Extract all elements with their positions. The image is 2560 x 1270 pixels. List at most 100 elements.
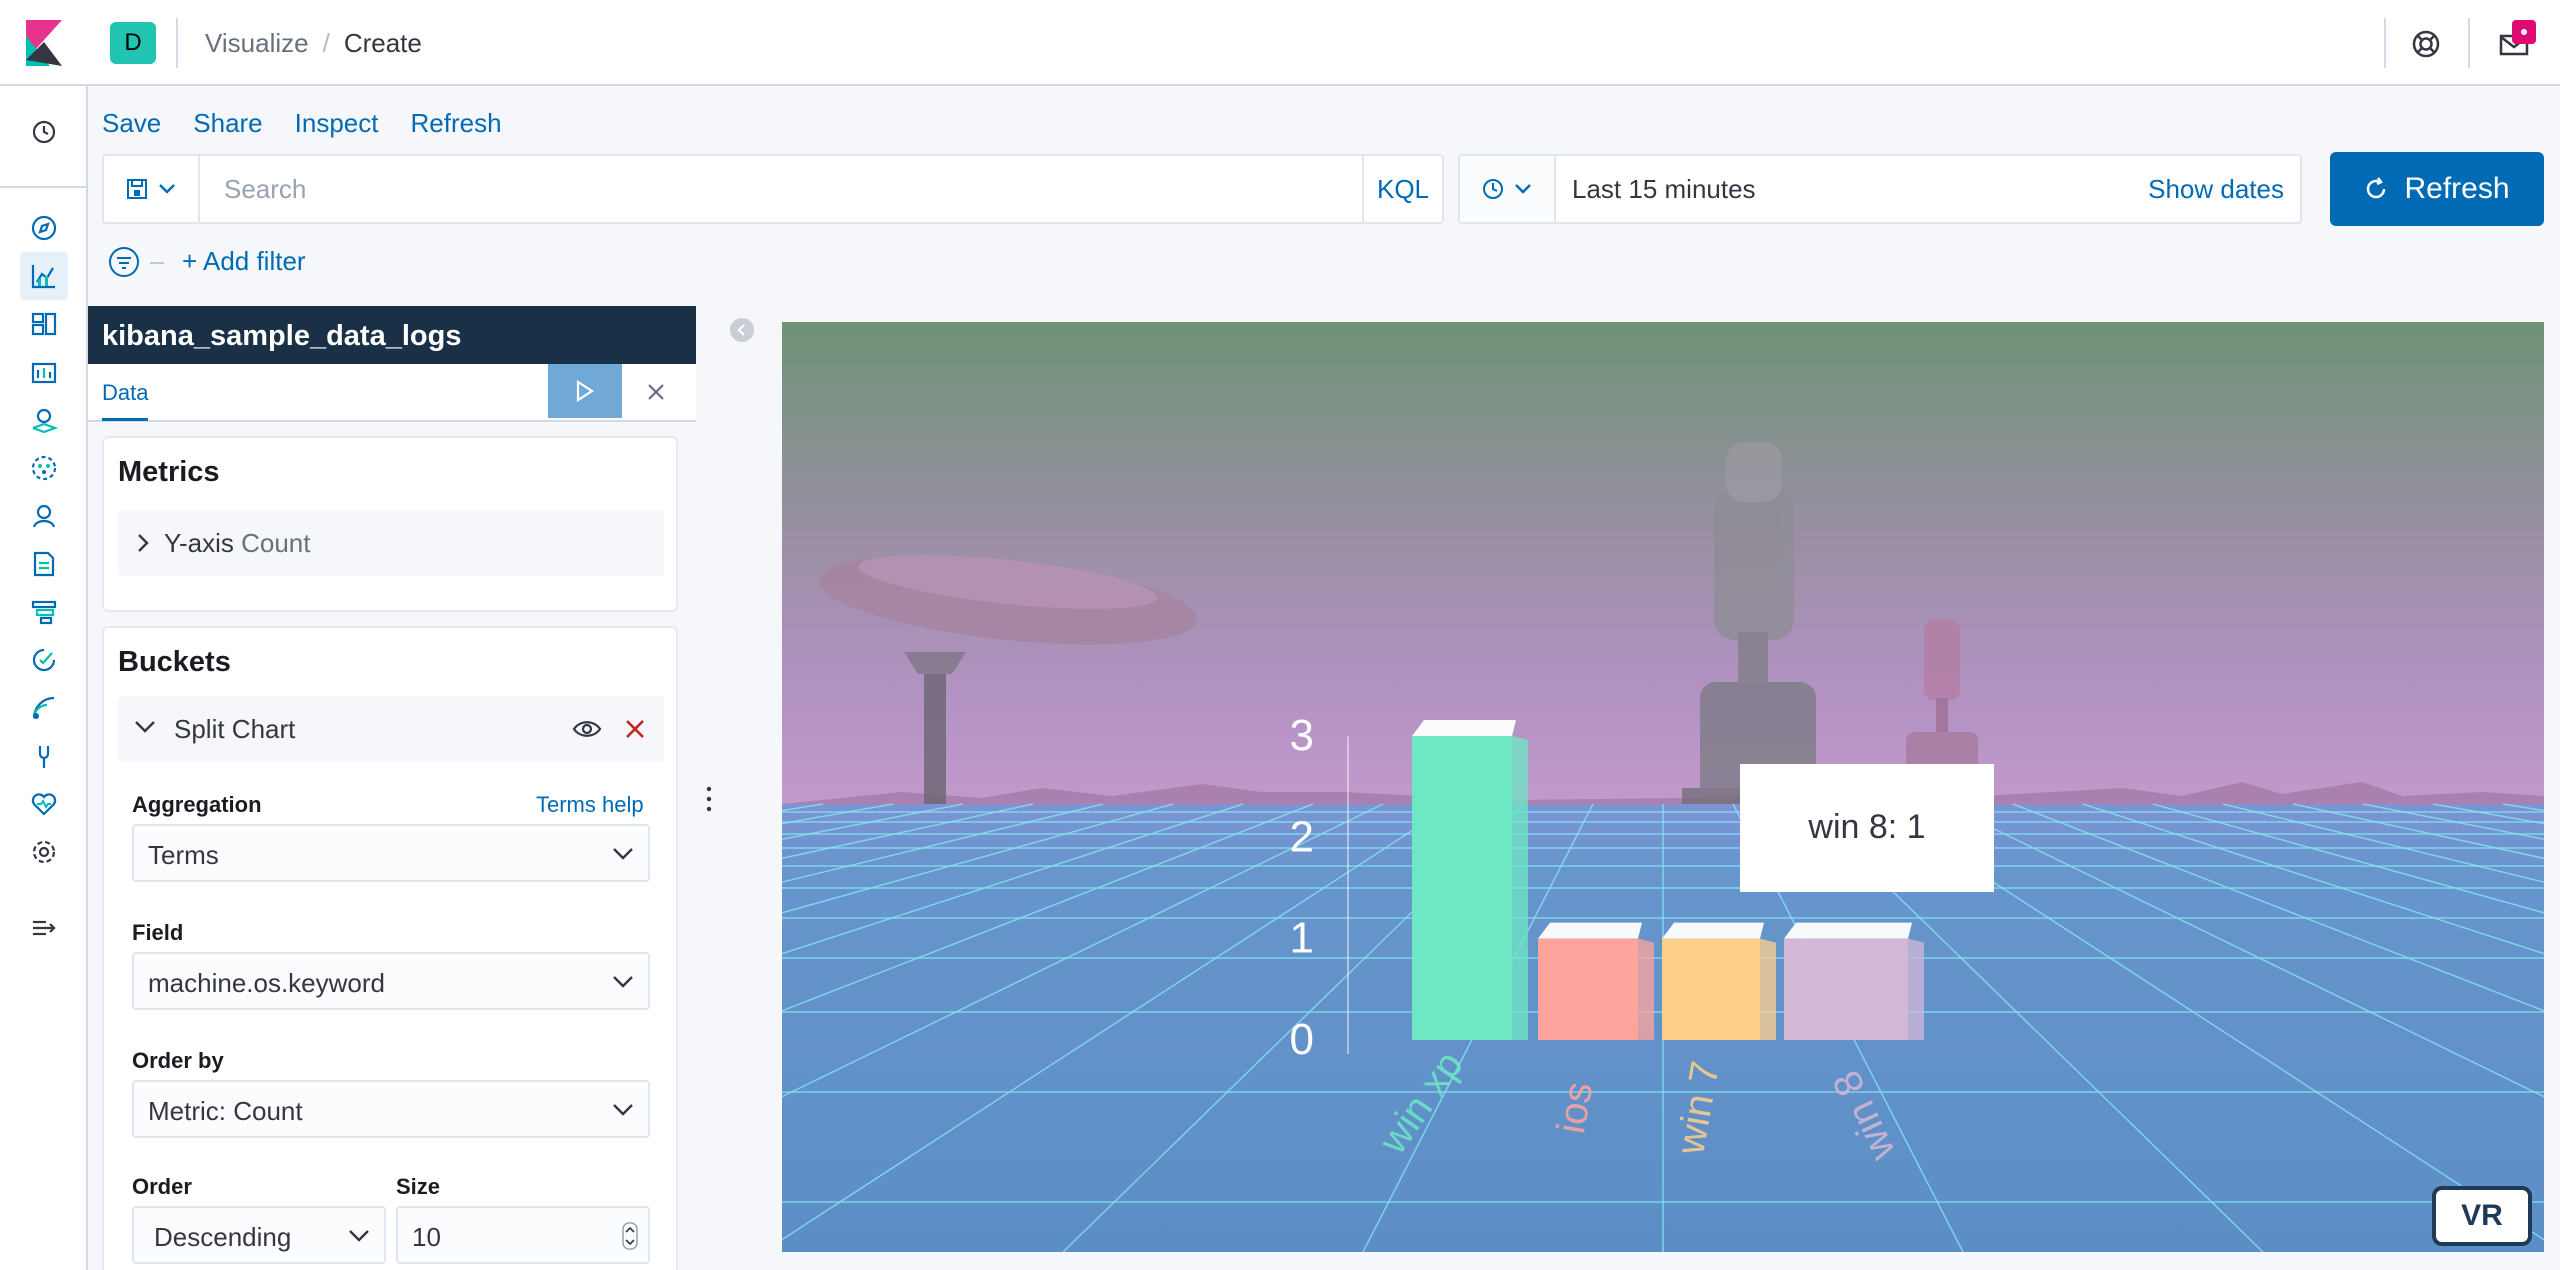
split-chart-label: Split Chart <box>174 714 296 744</box>
chart-bar[interactable] <box>1784 922 1924 1040</box>
dev-tools-icon[interactable] <box>20 732 68 780</box>
buckets-panel: Buckets Split Chart Aggregation Terms he… <box>102 626 678 1270</box>
top-nav-menu: Save Share Inspect Refresh <box>102 108 502 139</box>
save-icon <box>127 179 147 199</box>
aggregation-label: Aggregation <box>132 792 262 817</box>
metrics-panel: Metrics Y-axis Count <box>102 436 678 612</box>
header-divider <box>176 18 178 68</box>
add-filter-link[interactable]: + Add filter <box>182 246 306 277</box>
quick-select-button[interactable] <box>1460 156 1556 222</box>
bar-front-face <box>1538 938 1638 1040</box>
aggregation-select[interactable]: Terms <box>132 824 650 882</box>
sky <box>782 322 2544 804</box>
buckets-title: Buckets <box>118 646 231 678</box>
metrics-title: Metrics <box>118 456 220 488</box>
metric-y-axis-row[interactable]: Y-axis Count <box>118 510 664 576</box>
infrastructure-icon[interactable] <box>20 492 68 540</box>
size-value: 10 <box>412 1222 441 1252</box>
space-avatar[interactable]: D <box>110 22 156 64</box>
discard-changes-button[interactable] <box>636 372 676 412</box>
refresh-button[interactable]: Refresh <box>2330 152 2544 226</box>
maps-icon[interactable] <box>20 396 68 444</box>
top-header: D Visualize / Create <box>0 0 2560 86</box>
breadcrumb-create: Create <box>343 28 422 58</box>
size-input[interactable]: 10 <box>396 1206 650 1264</box>
siem-icon[interactable] <box>20 684 68 732</box>
y-tick-label: 0 <box>1290 1015 1314 1064</box>
bar-top-face <box>1412 720 1516 736</box>
discover-icon[interactable] <box>20 204 68 252</box>
chevron-down-icon <box>613 848 633 860</box>
uptime-icon[interactable] <box>20 636 68 684</box>
tab-data[interactable]: Data <box>102 380 149 421</box>
saved-query-button[interactable] <box>104 156 200 222</box>
play-icon <box>576 380 595 402</box>
bar-side-face <box>1512 736 1528 1040</box>
recent-icon[interactable] <box>20 108 68 156</box>
chevron-down-icon <box>1515 184 1531 194</box>
refresh-button-label: Refresh <box>2404 172 2510 205</box>
field-value: machine.os.keyword <box>148 968 385 998</box>
inspect-link[interactable]: Inspect <box>295 108 379 139</box>
chart-bar[interactable] <box>1538 922 1654 1040</box>
chevron-down-icon <box>349 1230 369 1242</box>
field-label: Field <box>132 920 184 945</box>
chevron-left-icon <box>737 324 745 336</box>
logs-icon[interactable] <box>20 540 68 588</box>
clock-icon <box>1483 179 1503 199</box>
split-chart-row[interactable]: Split Chart <box>118 696 664 762</box>
chart-tooltip: win 8: 1 <box>1740 764 1994 892</box>
chart-bar[interactable] <box>1412 720 1528 1040</box>
tooltip-text: win 8: 1 <box>1807 808 1925 846</box>
apm-icon[interactable] <box>20 588 68 636</box>
time-range-value[interactable]: Last 15 minutes <box>1572 174 1756 205</box>
bar-front-face <box>1784 938 1908 1040</box>
vr-button[interactable]: VR <box>2432 1186 2532 1246</box>
header-divider <box>2468 18 2470 68</box>
terms-help-link[interactable]: Terms help <box>536 792 644 818</box>
save-link[interactable]: Save <box>102 108 161 139</box>
remove-icon[interactable] <box>624 718 646 740</box>
dashboard-icon[interactable] <box>20 300 68 348</box>
breadcrumb-visualize[interactable]: Visualize <box>205 28 309 59</box>
order-by-select[interactable]: Metric: Count <box>132 1080 650 1138</box>
visualization-canvas[interactable]: 3 2 1 0 win xp ios win 7 win 8 win 8: 1 <box>782 322 2544 1252</box>
kql-button[interactable]: KQL <box>1362 156 1442 222</box>
stepper-icon[interactable] <box>622 1222 638 1250</box>
vr-scene: 3210win xp ios win 7 win 8 win 8: 1 <box>782 322 2544 1252</box>
resize-handle-icon[interactable] <box>704 784 714 814</box>
search-input[interactable] <box>200 156 1466 222</box>
index-pattern-title: kibana_sample_data_logs <box>88 306 696 364</box>
order-by-value: Metric: Count <box>148 1096 303 1126</box>
help-icon[interactable] <box>2404 22 2448 66</box>
filter-options-icon[interactable] <box>108 246 140 278</box>
order-label: Order <box>132 1174 192 1199</box>
aggregation-value: Terms <box>148 840 219 870</box>
editor-scroll-area[interactable]: Metrics Y-axis Count Buckets Split Chart… <box>88 422 696 1270</box>
close-icon <box>648 384 664 400</box>
chevron-down-icon <box>135 721 155 733</box>
notification-badge <box>2512 20 2536 44</box>
field-select[interactable]: machine.os.keyword <box>132 952 650 1010</box>
time-picker: Last 15 minutes Show dates <box>1458 154 2302 224</box>
order-select[interactable]: Descending <box>132 1206 386 1264</box>
refresh-link[interactable]: Refresh <box>410 108 501 139</box>
space-initial: D <box>124 29 142 56</box>
collapse-icon[interactable] <box>20 904 68 952</box>
apply-changes-button[interactable] <box>548 364 622 418</box>
monitoring-icon[interactable] <box>20 780 68 828</box>
share-link[interactable]: Share <box>193 108 262 139</box>
bar-front-face <box>1412 736 1512 1040</box>
visualize-icon[interactable] <box>20 252 68 300</box>
collapse-sidebar-button[interactable] <box>730 318 754 342</box>
management-icon[interactable] <box>20 828 68 876</box>
bar-side-face <box>1760 938 1776 1040</box>
chart-bar[interactable] <box>1662 922 1776 1040</box>
ml-icon[interactable] <box>20 444 68 492</box>
kibana-logo-icon[interactable] <box>24 20 64 66</box>
breadcrumb: Visualize / Create <box>205 28 422 59</box>
query-bar: KQL <box>102 154 1466 224</box>
canvas-icon[interactable] <box>20 348 68 396</box>
eye-icon[interactable] <box>572 718 602 740</box>
show-dates-link[interactable]: Show dates <box>2148 174 2284 205</box>
